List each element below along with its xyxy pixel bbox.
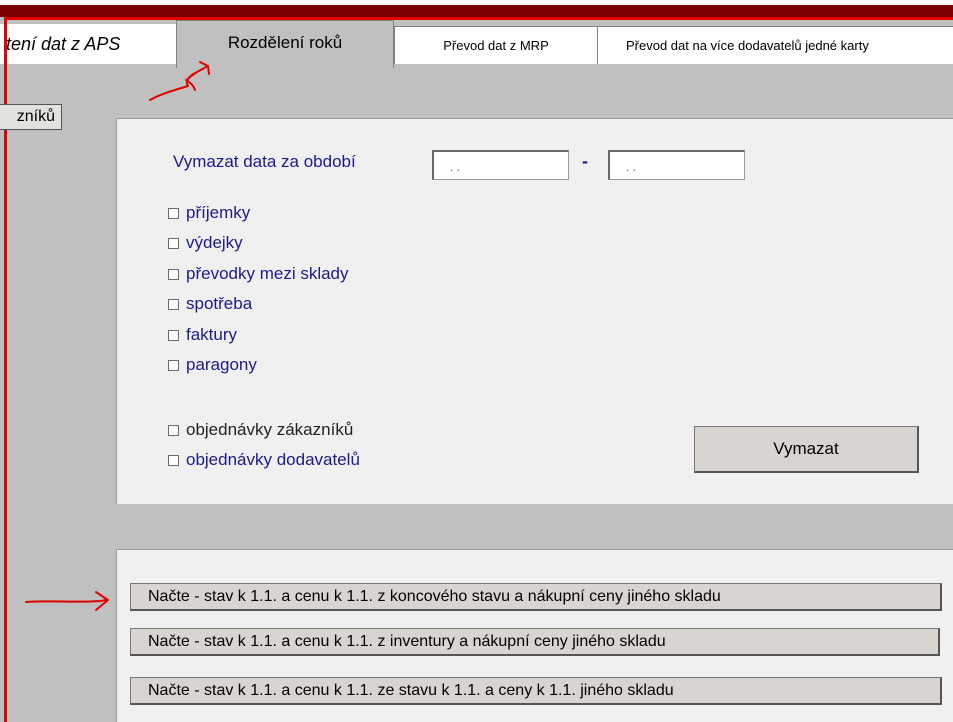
annotation-top-red-border: [4, 17, 953, 20]
load-from-inventory-button[interactable]: Načte - stav k 1.1. a cenu k 1.1. z inve…: [130, 628, 940, 656]
checkbox-icon[interactable]: [168, 207, 179, 219]
checkbox-prevodky[interactable]: převodky mezi sklady: [168, 264, 349, 284]
checkbox-objednavky-dodavatelu[interactable]: objednávky dodavatelů: [168, 450, 360, 470]
checkbox-icon[interactable]: [168, 454, 179, 466]
checkbox-icon[interactable]: [168, 237, 179, 249]
side-button[interactable]: zníků: [0, 104, 62, 130]
title-bar: [0, 5, 953, 17]
checkbox-label: faktury: [186, 325, 238, 344]
checkbox-prijemky[interactable]: příjemky: [168, 203, 250, 223]
tab-prevod-mrp[interactable]: Převod dat z MRP: [394, 26, 598, 64]
checkbox-icon[interactable]: [168, 359, 179, 371]
checkbox-label: spotřeba: [186, 294, 253, 313]
checkbox-icon[interactable]: [168, 424, 179, 436]
load-from-state-1-1-button[interactable]: Načte - stav k 1.1. a cenu k 1.1. ze sta…: [130, 677, 942, 705]
checkbox-paragony[interactable]: paragony: [168, 355, 257, 375]
checkbox-icon[interactable]: [168, 268, 179, 280]
checkbox-label: paragony: [186, 355, 257, 374]
checkbox-label: výdejky: [186, 233, 243, 252]
checkbox-label: příjemky: [186, 203, 251, 222]
checkbox-icon[interactable]: [168, 329, 179, 341]
checkbox-label: objednávky zákazníků: [186, 420, 354, 439]
tab-import-aps[interactable]: tení dat z APS: [0, 24, 180, 64]
checkbox-icon[interactable]: [168, 298, 179, 310]
load-from-end-state-button[interactable]: Načte - stav k 1.1. a cenu k 1.1. z konc…: [130, 583, 942, 611]
date-from-input[interactable]: . .: [432, 150, 569, 180]
delete-button[interactable]: Vymazat: [694, 426, 919, 473]
date-separator: -: [582, 151, 588, 171]
checkbox-objednavky-zakazniku[interactable]: objednávky zákazníků: [168, 420, 353, 440]
checkbox-vydejky[interactable]: výdejky: [168, 233, 243, 253]
checkbox-label: převodky mezi sklady: [186, 264, 349, 283]
checkbox-label: objednávky dodavatelů: [186, 450, 360, 469]
checkbox-faktury[interactable]: faktury: [168, 325, 237, 345]
date-to-input[interactable]: . .: [608, 150, 745, 180]
tab-rozdeleni-roku[interactable]: Rozdělení roků: [176, 20, 394, 68]
tab-prevod-vice-dodavatelu[interactable]: Převod dat na více dodavatelů jedné kart…: [597, 26, 953, 64]
period-label: Vymazat data za období: [173, 152, 356, 171]
checkbox-spotreba[interactable]: spotřeba: [168, 294, 252, 314]
